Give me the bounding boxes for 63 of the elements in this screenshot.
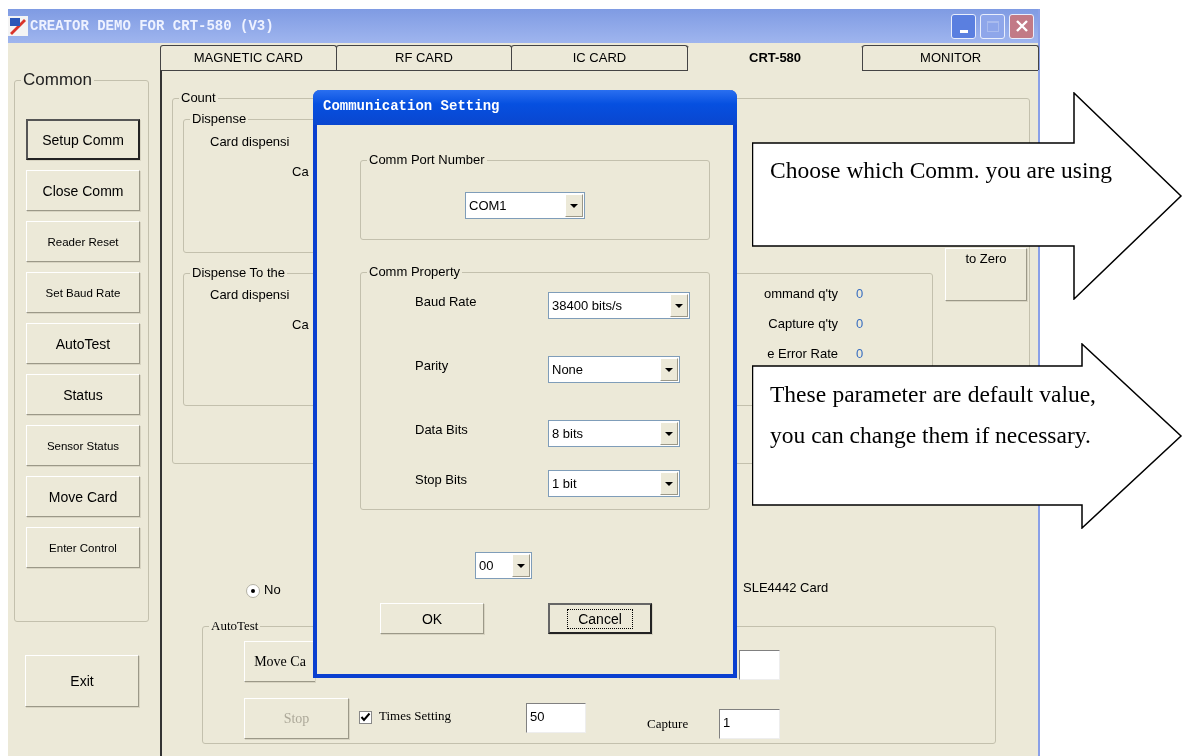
stat-value: 0 bbox=[856, 346, 864, 362]
sidebar-button[interactable]: Reader Reset bbox=[26, 221, 140, 262]
sidebar-button[interactable]: Move Card bbox=[26, 476, 140, 517]
stat-value: 0 bbox=[856, 316, 864, 332]
input-field[interactable]: 1 bbox=[719, 709, 780, 739]
minimize-button[interactable] bbox=[951, 13, 976, 39]
dropdown-arrow-button[interactable] bbox=[660, 472, 678, 495]
label: Ca bbox=[292, 164, 309, 180]
checkbox-label: Times Setting bbox=[379, 708, 452, 724]
set-zero-button[interactable]: to Zero bbox=[945, 248, 1027, 301]
field-label: Parity bbox=[415, 358, 449, 374]
radio-label: No bbox=[264, 582, 281, 598]
dropdown-arrow-button[interactable] bbox=[670, 294, 688, 317]
label: Ca bbox=[292, 317, 309, 333]
group-label: Comm Property bbox=[367, 264, 463, 280]
dialog-button[interactable]: OK bbox=[380, 603, 484, 634]
stat-label: e Error Rate bbox=[767, 346, 838, 362]
dropdown-arrow-button[interactable] bbox=[565, 194, 583, 217]
tab[interactable]: MAGNETIC CARD bbox=[160, 45, 337, 70]
field-label: Baud Rate bbox=[415, 294, 477, 310]
callout-text: Choose which Comm. you are using bbox=[770, 156, 1114, 185]
move-card-button[interactable]: Move Ca bbox=[244, 641, 315, 682]
field-label: Data Bits bbox=[415, 422, 468, 438]
group-label: Dispense bbox=[190, 111, 249, 127]
dropdown-arrow-button[interactable] bbox=[660, 422, 678, 445]
dropdown-arrow-button[interactable] bbox=[512, 554, 530, 577]
radio-button[interactable] bbox=[246, 584, 260, 598]
sidebar-button[interactable]: AutoTest bbox=[26, 323, 140, 364]
sidebar-button[interactable]: Enter Control bbox=[26, 527, 140, 568]
group-label: Dispense To the bbox=[190, 265, 287, 281]
card-type-label: SLE4442 Card bbox=[743, 580, 829, 596]
dropdown[interactable]: 1 bit bbox=[548, 470, 680, 497]
stat-label: ommand q'ty bbox=[764, 286, 838, 302]
dropdown[interactable]: COM1 bbox=[465, 192, 585, 219]
sidebar-button[interactable]: Status bbox=[26, 374, 140, 415]
label: Card dispensi bbox=[210, 287, 290, 303]
input-field[interactable] bbox=[739, 650, 780, 680]
sidebar-button[interactable]: Close Comm bbox=[26, 170, 140, 211]
tab[interactable]: MONITOR bbox=[862, 45, 1039, 70]
sidebar-button[interactable]: Sensor Status bbox=[26, 425, 140, 466]
app-logo-icon bbox=[8, 16, 28, 36]
tab[interactable]: CRT-580 bbox=[686, 45, 864, 71]
close-button[interactable] bbox=[1009, 13, 1034, 39]
dialog-title: Communication Setting bbox=[313, 90, 737, 125]
sidebar-button[interactable]: Set Baud Rate bbox=[26, 272, 140, 313]
input-field[interactable]: 50 bbox=[526, 703, 586, 733]
checkbox[interactable] bbox=[359, 711, 372, 724]
stat-value: 0 bbox=[856, 286, 864, 302]
dropdown[interactable]: 8 bits bbox=[548, 420, 680, 447]
sidebar-button[interactable]: Setup Comm bbox=[26, 119, 140, 160]
field-label: Stop Bits bbox=[415, 472, 468, 488]
dropdown-arrow-button[interactable] bbox=[660, 358, 678, 381]
callout-text: These parameter are default value, you can change them if necessary. bbox=[770, 380, 1096, 450]
label: Card dispensi bbox=[210, 134, 290, 150]
dialog-button[interactable]: Cancel bbox=[548, 603, 652, 634]
stat-label: Capture q'ty bbox=[768, 316, 838, 332]
dropdown[interactable]: 38400 bits/s bbox=[548, 292, 690, 319]
dropdown[interactable]: 00 bbox=[475, 552, 532, 579]
close-icon bbox=[1014, 19, 1029, 33]
window-title: CREATOR DEMO FOR CRT-580 (V3) bbox=[30, 18, 274, 34]
exit-button[interactable]: Exit bbox=[25, 655, 139, 707]
dropdown[interactable]: None bbox=[548, 356, 680, 383]
capture-label: Capture bbox=[647, 716, 689, 732]
